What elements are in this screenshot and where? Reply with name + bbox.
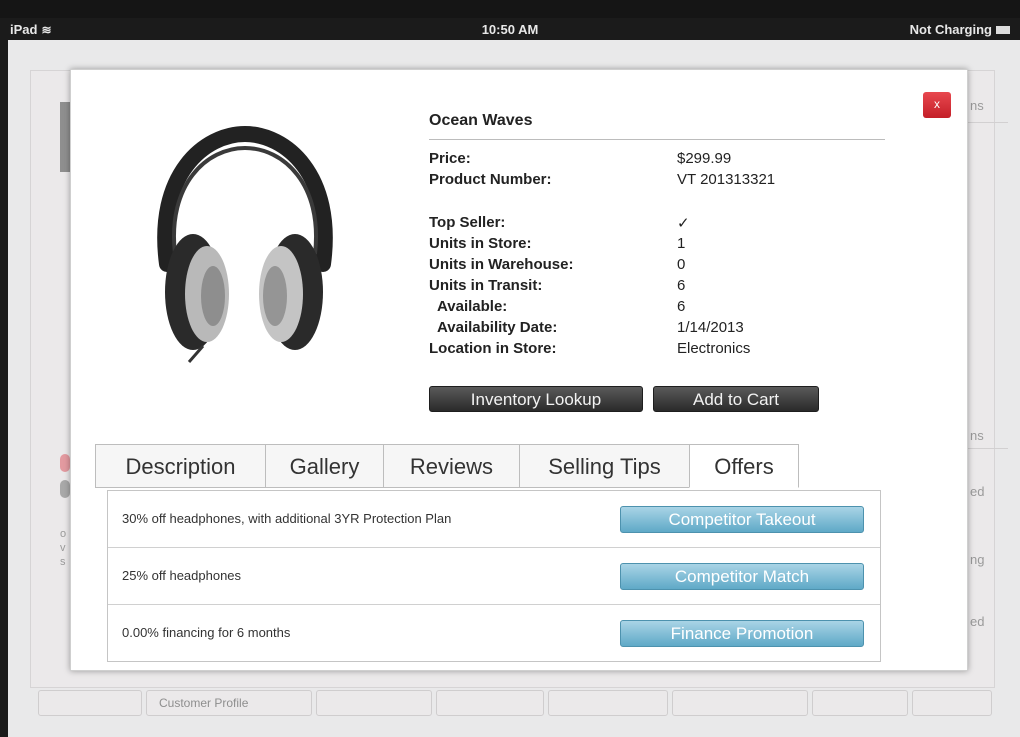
offers-panel: 30% off headphones, with additional 3YR … [107,490,881,662]
background-left-label: v [60,542,66,554]
app-screen: ns ns ed ng ed o v s Customer Profile x [8,40,1020,737]
background-side-label: ed [970,484,985,499]
background-divider [968,122,1008,123]
tab-selling-tips[interactable]: Selling Tips [519,444,689,488]
top-bezel [0,0,1020,18]
spec-value: 0 [677,256,686,273]
offer-row: 30% off headphones, with additional 3YR … [108,491,880,548]
product-name: Ocean Waves [429,112,533,129]
spec-row-units-in-store: Units in Store: 1 [429,235,889,255]
background-status-dot [60,480,70,498]
background-left-label: o [60,528,67,540]
inventory-lookup-button[interactable]: Inventory Lookup [429,386,643,412]
add-to-cart-button[interactable]: Add to Cart [653,386,819,412]
battery-status: Not Charging [910,22,1010,37]
spec-value: Electronics [677,340,751,357]
bottom-tab[interactable] [548,690,668,716]
tab-gallery[interactable]: Gallery [265,444,383,488]
offer-row: 0.00% financing for 6 months Finance Pro… [108,605,880,662]
spec-label: Price: [429,150,471,167]
spec-label: Available: [437,298,508,315]
spec-value: 6 [677,277,686,294]
check-icon: ✓ [677,215,690,232]
competitor-match-button[interactable]: Competitor Match [620,563,864,590]
bottom-tab[interactable] [812,690,908,716]
spec-row-availability-date: Availability Date: 1/14/2013 [429,319,889,339]
spec-label: Units in Store: [429,235,532,252]
spec-value: 1 [677,235,686,252]
background-side-label: ns [970,428,984,443]
spec-value: 1/14/2013 [677,319,744,336]
spec-label: Units in Transit: [429,277,543,294]
bottom-tab-bar: Customer Profile [38,690,1020,718]
divider [429,139,885,140]
tab-offers[interactable]: Offers [689,444,799,488]
clock: 10:50 AM [481,22,539,37]
headphones-image [157,125,333,363]
offer-description: 30% off headphones, with additional 3YR … [122,511,452,526]
product-detail-modal: x Ocean Waves Price: $299.99 Product Num… [70,69,968,671]
background-side-label: ns [970,98,984,113]
finance-promotion-button[interactable]: Finance Promotion [620,620,864,647]
background-side-label: ng [970,552,985,567]
product-tabs: Description Gallery Reviews Selling Tips… [95,444,799,490]
tab-reviews[interactable]: Reviews [383,444,519,488]
spec-row-units-in-warehouse: Units in Warehouse: 0 [429,256,889,276]
spec-label: Units in Warehouse: [429,256,574,273]
background-left-label: s [60,556,66,568]
status-bar: iPad ≋ 10:50 AM Not Charging [0,18,1020,40]
tab-description[interactable]: Description [95,444,265,488]
battery-icon [996,26,1010,34]
competitor-takeout-button[interactable]: Competitor Takeout [620,506,864,533]
close-button[interactable]: x [923,92,951,118]
offer-row: 25% off headphones Competitor Match [108,548,880,605]
spec-row-product-number: Product Number: VT 201313321 [429,171,889,191]
spec-row-location-in-store: Location in Store: Electronics [429,340,889,360]
spec-label: Product Number: [429,171,552,188]
background-side-label: ed [970,614,985,629]
spec-value: VT 201313321 [677,171,776,188]
bottom-tab[interactable] [912,690,992,716]
background-status-dot [60,454,70,472]
bottom-tab[interactable] [436,690,544,716]
spec-label: Availability Date: [437,319,558,336]
spec-label: Top Seller: [429,214,506,231]
background-divider [968,448,1008,449]
spec-value: 6 [677,298,686,315]
bottom-tab[interactable] [316,690,432,716]
spec-row-top-seller: Top Seller: ✓ [429,214,889,234]
spec-row-units-in-transit: Units in Transit: 6 [429,277,889,297]
bottom-tab[interactable] [38,690,142,716]
offer-description: 25% off headphones [122,568,242,583]
spec-row-price: Price: $299.99 [429,150,889,170]
bottom-tab[interactable] [672,690,808,716]
spec-row-available: Available: 6 [429,298,889,318]
bottom-tab-customer-profile[interactable]: Customer Profile [146,690,312,716]
offer-description: 0.00% financing for 6 months [122,625,291,640]
spec-label: Location in Store: [429,340,557,357]
spec-value: $299.99 [677,150,732,167]
